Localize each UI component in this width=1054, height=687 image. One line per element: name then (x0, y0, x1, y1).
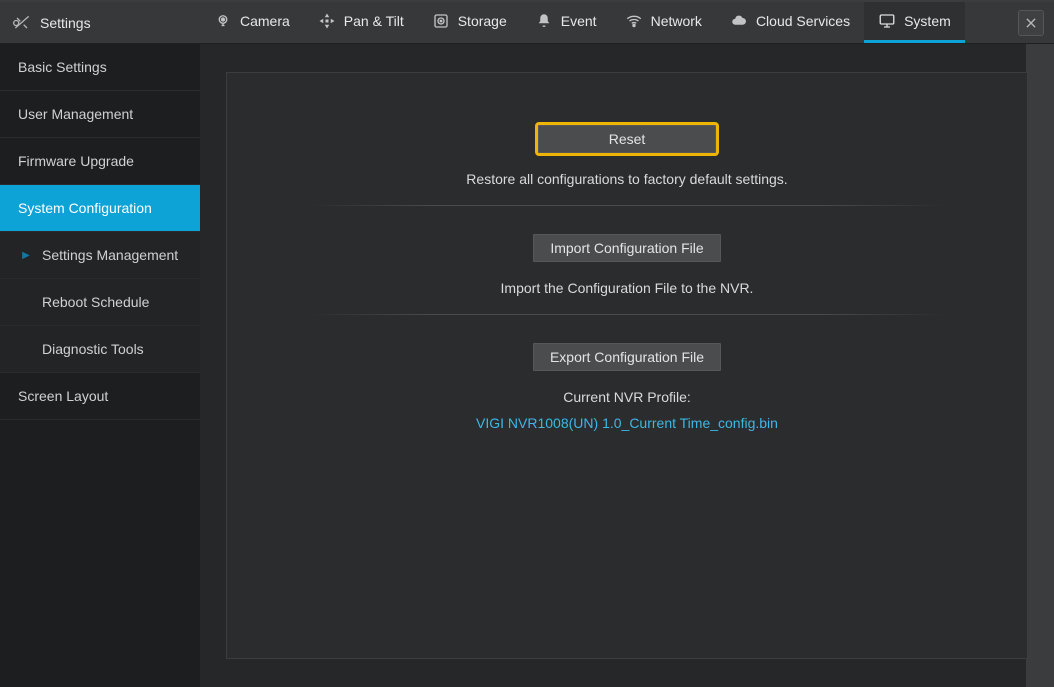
cloud-icon (730, 12, 748, 30)
sidebar-sub-label: Reboot Schedule (42, 294, 149, 310)
sidebar-item-system-configuration[interactable]: System Configuration (0, 185, 200, 232)
tab-label: Network (651, 13, 702, 29)
export-section: Export Configuration File Current NVR Pr… (227, 315, 1027, 449)
storage-icon (432, 12, 450, 30)
export-description: Current NVR Profile: (563, 389, 691, 405)
tab-label: System (904, 13, 951, 29)
button-label: Import Configuration File (550, 240, 703, 256)
tab-label: Event (561, 13, 597, 29)
import-section: Import Configuration File Import the Con… (227, 206, 1027, 314)
sidebar-sub-label: Settings Management (42, 247, 178, 263)
tab-system[interactable]: System (864, 2, 965, 43)
right-strip (1026, 44, 1054, 687)
bell-icon (535, 12, 553, 30)
settings-panel: Reset Restore all configurations to fact… (226, 72, 1028, 659)
sidebar-item-basic-settings[interactable]: Basic Settings (0, 44, 200, 91)
sidebar-item-firmware-upgrade[interactable]: Firmware Upgrade (0, 138, 200, 185)
sidebar-item-label: User Management (18, 106, 133, 122)
chevron-right-icon: ▶ (18, 250, 34, 261)
tab-label: Cloud Services (756, 13, 850, 29)
button-label: Export Configuration File (550, 349, 704, 365)
main-area: Basic Settings User Management Firmware … (0, 44, 1054, 687)
topbar: Settings Camera Pan & Tilt (0, 0, 1054, 44)
import-button[interactable]: Import Configuration File (533, 234, 721, 262)
sidebar: Basic Settings User Management Firmware … (0, 44, 200, 687)
tab-label: Camera (240, 13, 290, 29)
settings-title: Settings (40, 15, 91, 31)
import-description: Import the Configuration File to the NVR… (501, 280, 754, 296)
reset-section: Reset Restore all configurations to fact… (227, 73, 1027, 205)
camera-icon (214, 12, 232, 30)
content-area: Reset Restore all configurations to fact… (200, 44, 1054, 687)
tab-cloud-services[interactable]: Cloud Services (716, 2, 864, 43)
tab-camera[interactable]: Camera (200, 2, 304, 43)
export-button[interactable]: Export Configuration File (533, 343, 721, 371)
sidebar-item-label: Screen Layout (18, 388, 108, 404)
sidebar-item-user-management[interactable]: User Management (0, 91, 200, 138)
tab-storage[interactable]: Storage (418, 2, 521, 43)
wifi-icon (625, 12, 643, 30)
sidebar-item-label: System Configuration (18, 200, 152, 216)
system-icon (878, 12, 896, 30)
top-tabs: Camera Pan & Tilt Storage (200, 2, 1054, 43)
sidebar-sub-label: Diagnostic Tools (42, 341, 144, 357)
tab-label: Pan & Tilt (344, 13, 404, 29)
sidebar-item-label: Firmware Upgrade (18, 153, 134, 169)
tab-label: Storage (458, 13, 507, 29)
reset-button[interactable]: Reset (538, 125, 716, 153)
button-label: Reset (609, 131, 646, 147)
sidebar-item-label: Basic Settings (18, 59, 107, 75)
sidebar-sub-settings-management[interactable]: ▶ Settings Management (0, 232, 200, 279)
sidebar-sub-diagnostic-tools[interactable]: Diagnostic Tools (0, 326, 200, 373)
sidebar-item-screen-layout[interactable]: Screen Layout (0, 373, 200, 420)
tab-network[interactable]: Network (611, 2, 716, 43)
settings-brand: Settings (0, 2, 200, 43)
reset-description: Restore all configurations to factory de… (466, 171, 787, 187)
sidebar-sub-reboot-schedule[interactable]: Reboot Schedule (0, 279, 200, 326)
pan-tilt-icon (318, 12, 336, 30)
tab-pan-tilt[interactable]: Pan & Tilt (304, 2, 418, 43)
close-button[interactable] (1018, 10, 1044, 36)
tab-event[interactable]: Event (521, 2, 611, 43)
settings-icon (12, 13, 32, 33)
export-filename[interactable]: VIGI NVR1008(UN) 1.0_Current Time_config… (476, 415, 778, 431)
